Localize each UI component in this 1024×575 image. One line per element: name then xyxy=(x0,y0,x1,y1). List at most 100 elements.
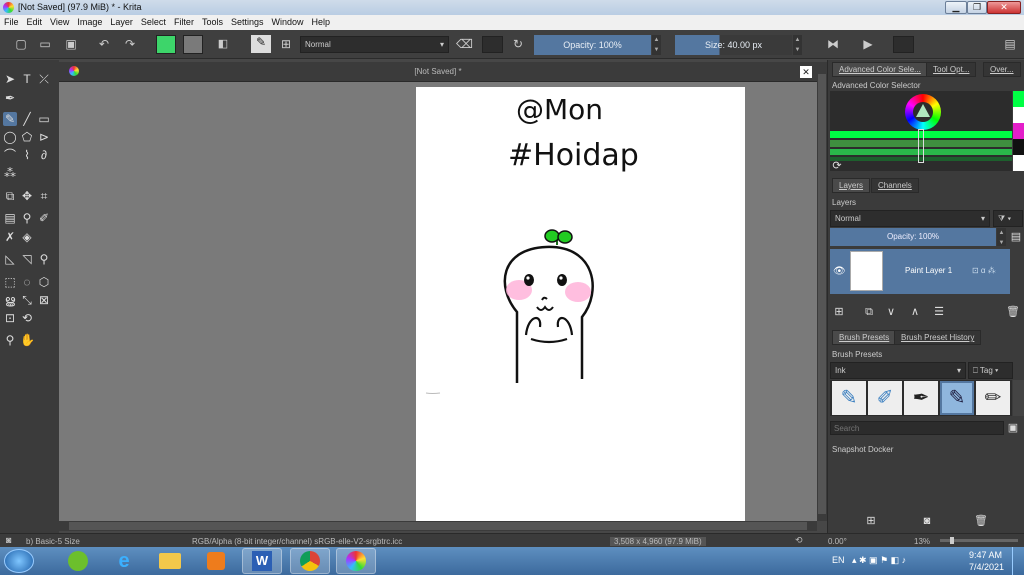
brush-preset-2[interactable]: ✐ xyxy=(868,381,902,415)
tab-tool-options[interactable]: Tool Opt... xyxy=(926,62,977,77)
brush-preset-1[interactable]: ✎ xyxy=(832,381,866,415)
open-document-icon[interactable]: ▭ xyxy=(38,37,52,51)
tab-advanced-color-selector[interactable]: Advanced Color Sele... xyxy=(832,62,928,77)
opacity-slider[interactable]: Opacity: 100% xyxy=(534,35,651,55)
taskbar-chrome-icon[interactable] xyxy=(290,548,330,574)
ellipse-tool-icon[interactable]: ◯ xyxy=(3,130,17,144)
text-tool-icon[interactable]: T xyxy=(20,72,34,86)
mirror-vertical-icon[interactable]: ▶ xyxy=(861,37,875,51)
zoom-slider[interactable] xyxy=(940,537,1018,544)
menu-view[interactable]: View xyxy=(46,15,73,27)
layer-blend-mode-select[interactable]: Normal ▾ xyxy=(830,210,990,227)
snapshot-camera-icon[interactable]: ◙ xyxy=(920,514,934,528)
crop-tool-icon[interactable]: ⌗ xyxy=(37,189,51,203)
select-shape-tool-icon[interactable]: ➤ xyxy=(3,72,17,86)
rectangle-tool-icon[interactable]: ▭ xyxy=(37,112,51,126)
tab-brush-presets[interactable]: Brush Presets xyxy=(832,330,897,345)
duplicate-layer-icon[interactable]: ⧉ xyxy=(862,305,876,319)
taskbar-app-1[interactable] xyxy=(58,548,98,574)
polygon-select-tool-icon[interactable]: ⬡ xyxy=(37,275,51,289)
tag-button[interactable]: ⎕ Tag ▾ xyxy=(968,362,1013,379)
dynamic-brush-tool-icon[interactable]: ∂ xyxy=(37,148,51,162)
menu-layer[interactable]: Layer xyxy=(106,15,137,27)
smart-patch-tool-icon[interactable]: ✐ xyxy=(37,211,51,225)
rotation-icon[interactable]: ⟲ xyxy=(795,535,803,546)
size-slider[interactable]: Size: 40.00 px xyxy=(675,35,792,55)
tab-layers[interactable]: Layers xyxy=(832,178,871,193)
menu-settings[interactable]: Settings xyxy=(227,15,268,27)
transform-tool-icon[interactable]: ⧉ xyxy=(3,189,17,203)
taskbar-word-icon[interactable]: W xyxy=(242,548,282,574)
language-indicator[interactable]: EN xyxy=(832,555,845,565)
tab-overview[interactable]: Over... xyxy=(983,62,1021,77)
assistant-tool-icon[interactable]: ✗ xyxy=(3,230,17,244)
close-button[interactable]: ✕ xyxy=(987,1,1021,14)
canvas-document[interactable]: @Mon #Hoidap xyxy=(416,87,745,521)
reference-tool-icon[interactable]: ⚲ xyxy=(37,252,51,266)
brush-save-icon[interactable]: ▣ xyxy=(1006,421,1020,435)
tab-channels[interactable]: Channels xyxy=(871,178,919,193)
wrap-around-toggle[interactable] xyxy=(893,36,914,53)
foreground-color-swatch[interactable] xyxy=(156,35,176,54)
blend-mode-select[interactable]: Normal ▾ xyxy=(300,36,449,53)
polygon-tool-icon[interactable]: ⬠ xyxy=(20,130,34,144)
brush-search-input[interactable] xyxy=(830,421,1004,435)
menu-image[interactable]: Image xyxy=(73,15,106,27)
menu-help[interactable]: Help xyxy=(308,15,335,27)
delete-layer-icon[interactable]: 🗑 xyxy=(1006,305,1020,319)
color-picker-tool-icon[interactable]: ⚲ xyxy=(20,211,34,225)
opacity-stepper[interactable]: ▲ ▼ xyxy=(652,35,661,55)
undo-icon[interactable]: ↶ xyxy=(97,37,111,51)
start-button[interactable] xyxy=(4,549,34,573)
taskbar-media-player-icon[interactable] xyxy=(196,548,236,574)
ellipse-select-tool-icon[interactable]: ◌ xyxy=(20,275,34,289)
similar-select-tool-icon[interactable]: ⊠ xyxy=(37,293,51,307)
magnetic-select-tool-icon[interactable]: ⟲ xyxy=(20,311,34,325)
brush-tag-select[interactable]: Ink ▾ xyxy=(830,362,966,379)
layer-properties-icon[interactable]: ▤ xyxy=(1009,230,1023,244)
layer-lock-icons[interactable]: ⊡ α ⁂ xyxy=(972,266,996,275)
alpha-lock-toggle[interactable] xyxy=(482,36,503,53)
save-icon[interactable]: ▣ xyxy=(64,37,78,51)
layer-properties-button-icon[interactable]: ☰ xyxy=(932,305,946,319)
brush-preset-4-selected[interactable]: ✎ xyxy=(940,381,974,415)
measure-tool-icon[interactable]: ◺ xyxy=(3,252,17,266)
perspective-grid-tool-icon[interactable]: ◹ xyxy=(20,252,34,266)
menu-file[interactable]: File xyxy=(0,15,23,27)
tab-brush-preset-history[interactable]: Brush Preset History xyxy=(894,330,982,345)
layer-opacity-slider[interactable]: Opacity: 100% xyxy=(830,228,996,246)
brush-preset-icon[interactable]: ✎ xyxy=(251,35,271,53)
restore-button[interactable]: ❐ xyxy=(967,1,987,14)
polyline-tool-icon[interactable]: ⊳ xyxy=(37,130,51,144)
fill-tool-icon[interactable]: ◈ xyxy=(20,230,34,244)
fill-patterns-icon[interactable]: ⊞ xyxy=(279,37,293,51)
close-document-icon[interactable]: ✕ xyxy=(800,66,812,78)
calligraphy-tool-icon[interactable]: ✒ xyxy=(3,91,17,105)
taskbar-ie-icon[interactable]: e xyxy=(104,548,144,574)
menu-select[interactable]: Select xyxy=(137,15,170,27)
menu-tools[interactable]: Tools xyxy=(198,15,227,27)
swap-colors-icon[interactable]: ◧ xyxy=(216,37,230,51)
layer-opacity-stepper[interactable]: ▲ ▼ xyxy=(997,228,1006,246)
line-tool-icon[interactable]: ╱ xyxy=(20,112,34,126)
background-color-swatch[interactable] xyxy=(183,35,203,54)
delete-snapshot-icon[interactable]: 🗑 xyxy=(974,514,988,528)
bezier-tool-icon[interactable]: ⌒ xyxy=(3,148,17,162)
color-settings-icon[interactable]: ⟳ xyxy=(830,159,844,173)
vertical-scrollbar[interactable] xyxy=(817,62,827,521)
contiguous-select-tool-icon[interactable]: ⤡ xyxy=(20,293,34,307)
visibility-eye-icon[interactable]: 👁 xyxy=(833,266,846,277)
layer-filter-select[interactable]: ⧩ ▾ xyxy=(993,210,1023,227)
bezier-select-tool-icon[interactable]: ⊡ xyxy=(3,311,17,325)
edit-shapes-tool-icon[interactable]: ⤫ xyxy=(37,72,51,86)
horizontal-scrollbar[interactable] xyxy=(59,521,817,531)
color-selector-panel[interactable] xyxy=(830,91,1012,171)
add-snapshot-icon[interactable]: ⊞ xyxy=(864,514,878,528)
rect-select-tool-icon[interactable]: ⬚ xyxy=(3,275,17,289)
clock-time[interactable]: 9:47 AM xyxy=(969,550,1002,560)
menu-filter[interactable]: Filter xyxy=(170,15,198,27)
redo-icon[interactable]: ↷ xyxy=(123,37,137,51)
pan-tool-icon[interactable]: ✋ xyxy=(20,333,35,347)
mirror-horizontal-icon[interactable]: ⧓ xyxy=(826,37,840,51)
multibrush-tool-icon[interactable]: ⁂ xyxy=(3,166,17,180)
